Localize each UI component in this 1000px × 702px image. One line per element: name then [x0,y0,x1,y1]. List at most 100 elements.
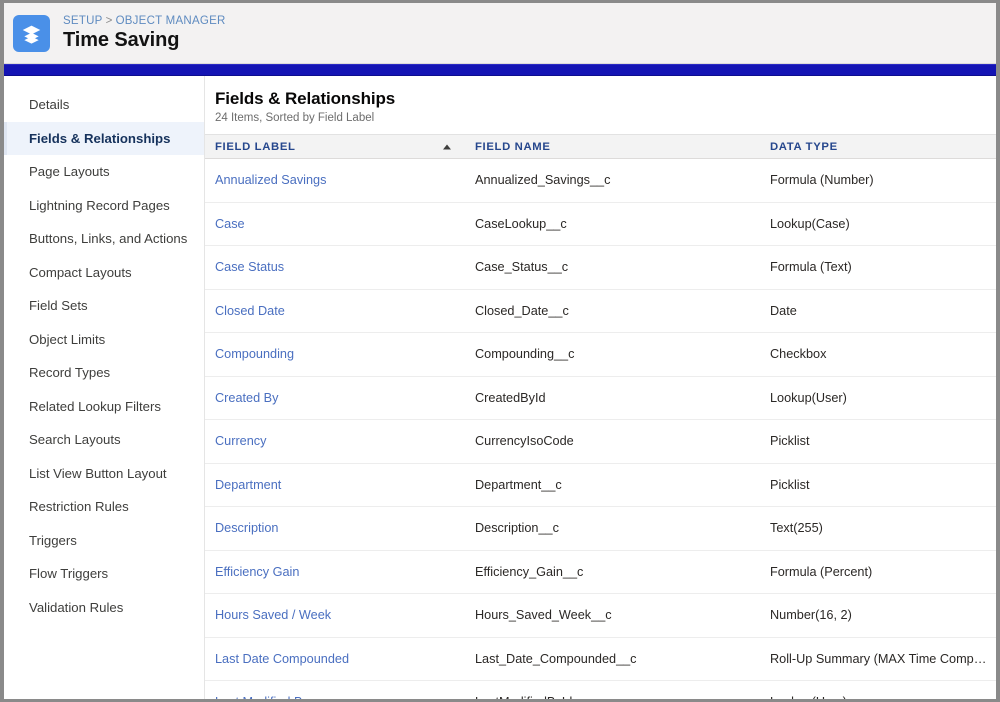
cell-data-type: Picklist [760,463,996,507]
sidebar-item-label: Lightning Record Pages [29,197,170,213]
sidebar-item-label: Compact Layouts [29,264,132,280]
table-row: Currency CurrencyIsoCode Picklist [205,419,996,464]
field-label-link[interactable]: Department [215,478,281,492]
table-row: Annualized Savings Annualized_Savings__c F… [205,158,996,203]
cell-field-label: Last Modified By [205,680,465,699]
cell-data-type: Roll-Up Summary (MAX Time Compounded) [760,637,996,681]
cell-field-label: Compounding [205,332,465,377]
cell-data-type: Formula (Number) [760,158,996,203]
column-header-field-name[interactable]: FIELD NAME [465,134,760,159]
field-label-link[interactable]: Hours Saved / Week [215,608,331,622]
cell-field-name: Closed_Date__c [465,289,760,333]
sidebar-item-label: Triggers [29,532,77,548]
sidebar-item-record-types[interactable]: Record Types [4,356,204,390]
sidebar-item-label: Related Lookup Filters [29,398,161,414]
field-label-link[interactable]: Last Date Compounded [215,652,349,666]
app-header: SETUP > OBJECT MANAGER Time Saving [4,3,996,64]
sidebar-item-label: Fields & Relationships [29,130,171,146]
cell-field-name: Case_Status__c [465,245,760,290]
field-label-link[interactable]: Created By [215,391,278,405]
table-row: Last Modified By LastModifiedByIdLookup(U… [205,680,996,699]
section-title: Fields & Relationships [215,89,396,108]
cell-field-name: Compounding__c [465,332,760,377]
fields-table: FIELD LABEL FIELD NAME DATA TYPE Annuali… [205,134,996,699]
sidebar-item-label: Flow Triggers [29,566,109,582]
cell-data-type: Date [760,289,996,333]
field-label-link[interactable]: Efficiency Gain [215,565,299,579]
cell-field-label: Description [205,506,465,551]
field-label-link[interactable]: Description [215,521,278,535]
sidebar-item-restriction-rules[interactable]: Restriction Rules [4,490,204,524]
sidebar-item-label: Page Layouts [29,164,110,180]
field-label-link[interactable]: Annualized Savings [215,173,326,187]
sidebar-item-object-limits[interactable]: Object Limits [4,323,204,357]
field-label-link[interactable]: Last Modified By [215,695,309,699]
cell-field-label: Created By [205,376,465,420]
sidebar-item-field-sets[interactable]: Field Sets [4,289,204,323]
cell-data-type: Lookup(Case) [760,202,996,246]
cell-field-name: Efficiency_Gain__c [465,550,760,594]
field-label-link[interactable]: Case [215,217,245,231]
cell-data-type: Checkbox [760,332,996,377]
sidebar-item-related-lookup-filters[interactable]: Related Lookup Filters [4,390,204,424]
sidebar-item-label: Object Limits [29,331,106,347]
main-content: Fields & Relationships 24 Items, Sorted … [205,76,996,699]
field-label-link[interactable]: Compounding [215,347,294,361]
sidebar-item-lightning-record-pages[interactable]: Lightning Record Pages [4,189,204,223]
cell-field-name: CurrencyIsoCode [465,419,760,464]
field-label-link[interactable]: Case Status [215,260,284,274]
field-label-link[interactable]: Closed Date [215,304,285,318]
cell-field-label: Annualized Savings [205,158,465,203]
cell-data-type: Formula (Text) [760,245,996,290]
cell-field-label: Case [205,202,465,246]
content-header: Fields & Relationships 24 Items, Sorted … [205,76,996,134]
cell-field-name: Department__c [465,463,760,507]
object-layers-icon [13,14,50,52]
cell-data-type: Text(255) [760,506,996,551]
table-row: Hours Saved / Week Hours_Saved_Week__c Num… [205,593,996,638]
column-header-field-label[interactable]: FIELD LABEL [205,134,465,159]
cell-field-name: LastModifiedById [465,680,760,699]
sidebar-item-label: Details [29,97,70,113]
column-header-data-type-text: DATA TYPE [770,140,838,153]
header-text-block: SETUP > OBJECT MANAGER Time Saving [63,15,226,52]
cell-field-label: Efficiency Gain [205,550,465,594]
sidebar-item-triggers[interactable]: Triggers [4,524,204,558]
sidebar-item-compact-layouts[interactable]: Compact Layouts [4,256,204,290]
breadcrumb-object-manager[interactable]: OBJECT MANAGER [116,15,226,27]
table-row: Closed Date Closed_Date__c Date [205,289,996,333]
app-window: SETUP > OBJECT MANAGER Time Saving Details… [0,0,1000,702]
table-row: Efficiency Gain Efficiency_Gain__c Formula… [205,550,996,594]
cell-data-type: Formula (Percent) [760,550,996,594]
accent-rule [4,64,996,76]
table-row: Compounding Compounding__c Checkbox [205,332,996,377]
sidebar-item-buttons-links-and-actions[interactable]: Buttons, Links, and Actions [4,222,204,256]
sidebar-item-validation-rules[interactable]: Validation Rules [4,591,204,625]
column-header-data-type[interactable]: DATA TYPE [760,134,996,159]
cell-field-name: Last_Date_Compounded__c [465,637,760,681]
sidebar-item-fields-relationships[interactable]: Fields & Relationships [4,121,204,155]
sidebar-item-flow-triggers[interactable]: Flow Triggers [4,557,204,591]
sidebar-item-label: Record Types [29,365,111,381]
breadcrumb-setup[interactable]: SETUP [63,15,103,27]
cell-field-label: Closed Date [205,289,465,333]
sidebar-item-search-layouts[interactable]: Search Layouts [4,423,204,457]
table-row: Created By CreatedById Lookup(User) [205,376,996,420]
cell-field-name: Description__c [465,506,760,551]
table-header-row: FIELD LABEL FIELD NAME DATA TYPE [205,134,996,159]
cell-data-type: Number(16, 2) [760,593,996,638]
sidebar-item-label: Validation Rules [29,599,124,615]
column-header-field-name-text: FIELD NAME [475,140,551,153]
page-title: Time Saving [63,29,180,52]
fields-table-body: Annualized Savings Annualized_Savings__c F… [205,158,996,699]
sidebar-item-list-view-button-layout[interactable]: List View Button Layout [4,457,204,491]
breadcrumb: SETUP > OBJECT MANAGER [63,15,226,28]
object-nav-sidebar: Details Fields & Relationships Page Layout… [4,76,205,699]
breadcrumb-separator: > [105,14,113,27]
sidebar-item-details[interactable]: Details [4,88,204,122]
cell-field-label: Case Status [205,245,465,290]
field-label-link[interactable]: Currency [215,434,266,448]
sort-ascending-icon[interactable] [443,144,451,149]
sidebar-item-page-layouts[interactable]: Page Layouts [4,155,204,189]
sidebar-item-label: List View Button Layout [29,465,167,481]
